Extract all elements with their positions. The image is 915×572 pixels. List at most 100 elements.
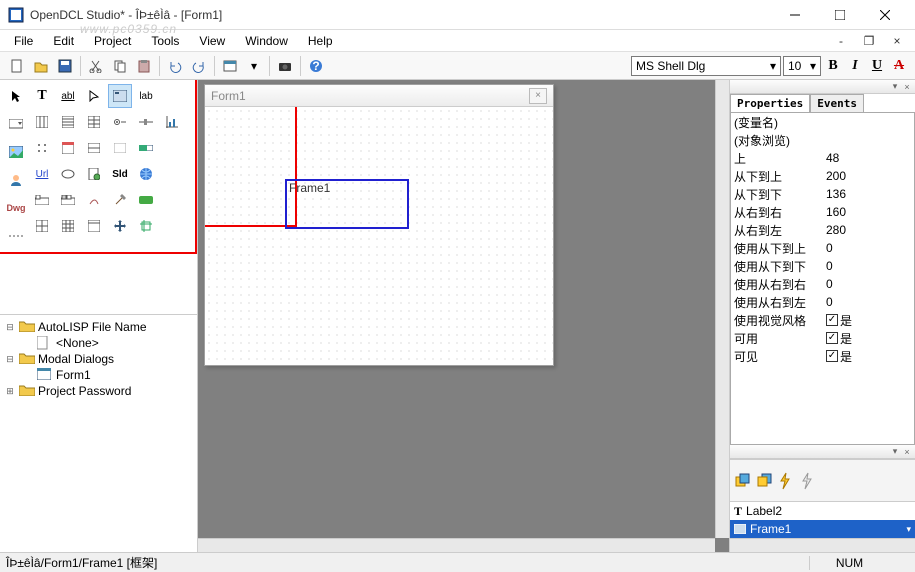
outline-item-frame1[interactable]: Frame1 ▾ bbox=[730, 520, 915, 538]
property-row[interactable]: 使用视觉风格✓是 bbox=[731, 311, 914, 329]
property-value[interactable]: 280 bbox=[823, 223, 914, 237]
bolt1-button[interactable] bbox=[778, 472, 796, 490]
form-close-button[interactable]: × bbox=[529, 88, 547, 104]
url-tool[interactable]: Url bbox=[30, 162, 54, 186]
undo-button[interactable] bbox=[164, 55, 186, 77]
user-tool[interactable] bbox=[4, 168, 28, 192]
property-value[interactable]: 136 bbox=[823, 187, 914, 201]
tree-password[interactable]: ⊞ Project Password bbox=[4, 383, 193, 399]
new-button[interactable] bbox=[6, 55, 28, 77]
menu-edit[interactable]: Edit bbox=[45, 32, 82, 50]
tab-events[interactable]: Events bbox=[810, 94, 864, 112]
bolt2-button[interactable] bbox=[800, 472, 818, 490]
property-value[interactable]: 0 bbox=[823, 295, 914, 309]
tablea-tool[interactable] bbox=[30, 214, 54, 238]
underline-button[interactable]: U bbox=[867, 56, 887, 76]
property-row[interactable]: (变量名) bbox=[731, 113, 914, 131]
help-button[interactable]: ? bbox=[305, 55, 327, 77]
frame-tool[interactable] bbox=[108, 84, 132, 108]
property-value[interactable]: ✓是 bbox=[823, 330, 914, 347]
tab-properties[interactable]: Properties bbox=[730, 94, 810, 112]
horizontal-scrollbar[interactable] bbox=[198, 538, 715, 552]
frame-control[interactable]: Frame1 bbox=[285, 179, 409, 229]
property-value[interactable]: 200 bbox=[823, 169, 914, 183]
property-row[interactable]: (对象浏览) bbox=[731, 131, 914, 149]
close-panel-icon[interactable]: × bbox=[902, 82, 912, 92]
property-value[interactable]: 0 bbox=[823, 259, 914, 273]
property-value[interactable]: ✓是 bbox=[823, 312, 914, 329]
bring-front-button[interactable] bbox=[734, 472, 752, 490]
tabbar-tool[interactable] bbox=[30, 188, 54, 212]
sld-tool[interactable]: Sld bbox=[108, 162, 132, 186]
close-panel-icon[interactable]: × bbox=[902, 447, 912, 457]
ellipse-tool[interactable] bbox=[56, 162, 80, 186]
image-tool[interactable] bbox=[4, 140, 28, 164]
property-row[interactable]: 使用从右到右0 bbox=[731, 275, 914, 293]
tree-form1[interactable]: Form1 bbox=[4, 367, 193, 383]
camera-button[interactable] bbox=[274, 55, 296, 77]
mdi-close-button[interactable]: × bbox=[885, 32, 909, 50]
collapse-icon[interactable]: ⊟ bbox=[4, 322, 16, 333]
checkbox-icon[interactable]: ✓ bbox=[826, 350, 838, 362]
dots-tool[interactable] bbox=[30, 136, 54, 160]
property-value[interactable]: ✓是 bbox=[823, 348, 914, 365]
form-window[interactable]: Form1 × Frame1 bbox=[204, 84, 554, 366]
form-titlebar[interactable]: Form1 × bbox=[205, 85, 553, 107]
checkbox-icon[interactable]: ✓ bbox=[826, 332, 838, 344]
property-row[interactable]: 使用从下到上0 bbox=[731, 239, 914, 257]
tablec-tool[interactable] bbox=[82, 214, 106, 238]
combo-tool[interactable] bbox=[4, 112, 28, 136]
doc-tool[interactable] bbox=[82, 162, 106, 186]
property-value[interactable]: 0 bbox=[823, 277, 914, 291]
font-family-select[interactable]: MS Shell Dlg▾ bbox=[631, 56, 781, 76]
panel-tool[interactable] bbox=[82, 136, 106, 160]
property-value[interactable]: 0 bbox=[823, 241, 914, 255]
tree-none[interactable]: <None> bbox=[4, 335, 193, 351]
strike-button[interactable]: A bbox=[889, 56, 909, 76]
property-row[interactable]: 从下到上200 bbox=[731, 167, 914, 185]
property-row[interactable]: 从右到左280 bbox=[731, 221, 914, 239]
move-tool[interactable] bbox=[108, 214, 132, 238]
crop-tool[interactable] bbox=[134, 214, 158, 238]
tableb-tool[interactable] bbox=[56, 214, 80, 238]
copy-button[interactable] bbox=[109, 55, 131, 77]
paste-button[interactable] bbox=[133, 55, 155, 77]
globe-tool[interactable] bbox=[134, 162, 158, 186]
badge-tool[interactable] bbox=[134, 188, 158, 212]
minimize-button[interactable] bbox=[772, 1, 817, 29]
select-tool[interactable] bbox=[82, 84, 106, 108]
listbox-tool[interactable] bbox=[56, 110, 80, 134]
property-value[interactable]: 48 bbox=[823, 151, 914, 165]
tree-modal-dialogs[interactable]: ⊟ Modal Dialogs bbox=[4, 351, 193, 367]
outline-item-label2[interactable]: T Label2 bbox=[730, 502, 915, 520]
signal-tool[interactable] bbox=[82, 188, 106, 212]
collapse-icon[interactable]: ⊟ bbox=[4, 354, 16, 365]
dash-tool[interactable] bbox=[4, 224, 28, 248]
form-body[interactable]: Frame1 bbox=[205, 107, 553, 365]
close-button[interactable] bbox=[862, 1, 907, 29]
form-dropdown[interactable]: ▾ bbox=[243, 55, 265, 77]
tree-autolisp[interactable]: ⊟ AutoLISP File Name bbox=[4, 319, 193, 335]
bold-button[interactable]: B bbox=[823, 56, 843, 76]
listview-tool[interactable] bbox=[82, 110, 106, 134]
menu-project[interactable]: Project bbox=[86, 32, 139, 50]
menu-file[interactable]: File bbox=[6, 32, 41, 50]
project-tree[interactable]: ⊟ AutoLISP File Name <None> ⊟ Modal Dial… bbox=[0, 314, 197, 552]
slider-tool[interactable] bbox=[134, 110, 158, 134]
expand-icon[interactable]: ⊞ bbox=[4, 386, 16, 397]
control-outline[interactable]: T Label2 Frame1 ▾ bbox=[730, 501, 915, 538]
vertical-scrollbar[interactable] bbox=[715, 80, 729, 538]
send-back-button[interactable] bbox=[756, 472, 774, 490]
text-tool[interactable]: T bbox=[30, 84, 54, 108]
property-row[interactable]: 从右到右160 bbox=[731, 203, 914, 221]
chart-tool[interactable] bbox=[160, 110, 184, 134]
properties-list[interactable]: (变量名)(对象浏览)上48从下到上200从下到下136从右到右160从右到左2… bbox=[730, 112, 915, 445]
chevron-down-icon[interactable]: ▾ bbox=[906, 524, 911, 535]
font-size-select[interactable]: 10▾ bbox=[783, 56, 821, 76]
open-button[interactable] bbox=[30, 55, 52, 77]
grid1-tool[interactable] bbox=[30, 110, 54, 134]
property-row[interactable]: 可见✓是 bbox=[731, 347, 914, 365]
radio-tool[interactable] bbox=[108, 110, 132, 134]
property-row[interactable]: 从下到下136 bbox=[731, 185, 914, 203]
property-row[interactable]: 使用从右到左0 bbox=[731, 293, 914, 311]
